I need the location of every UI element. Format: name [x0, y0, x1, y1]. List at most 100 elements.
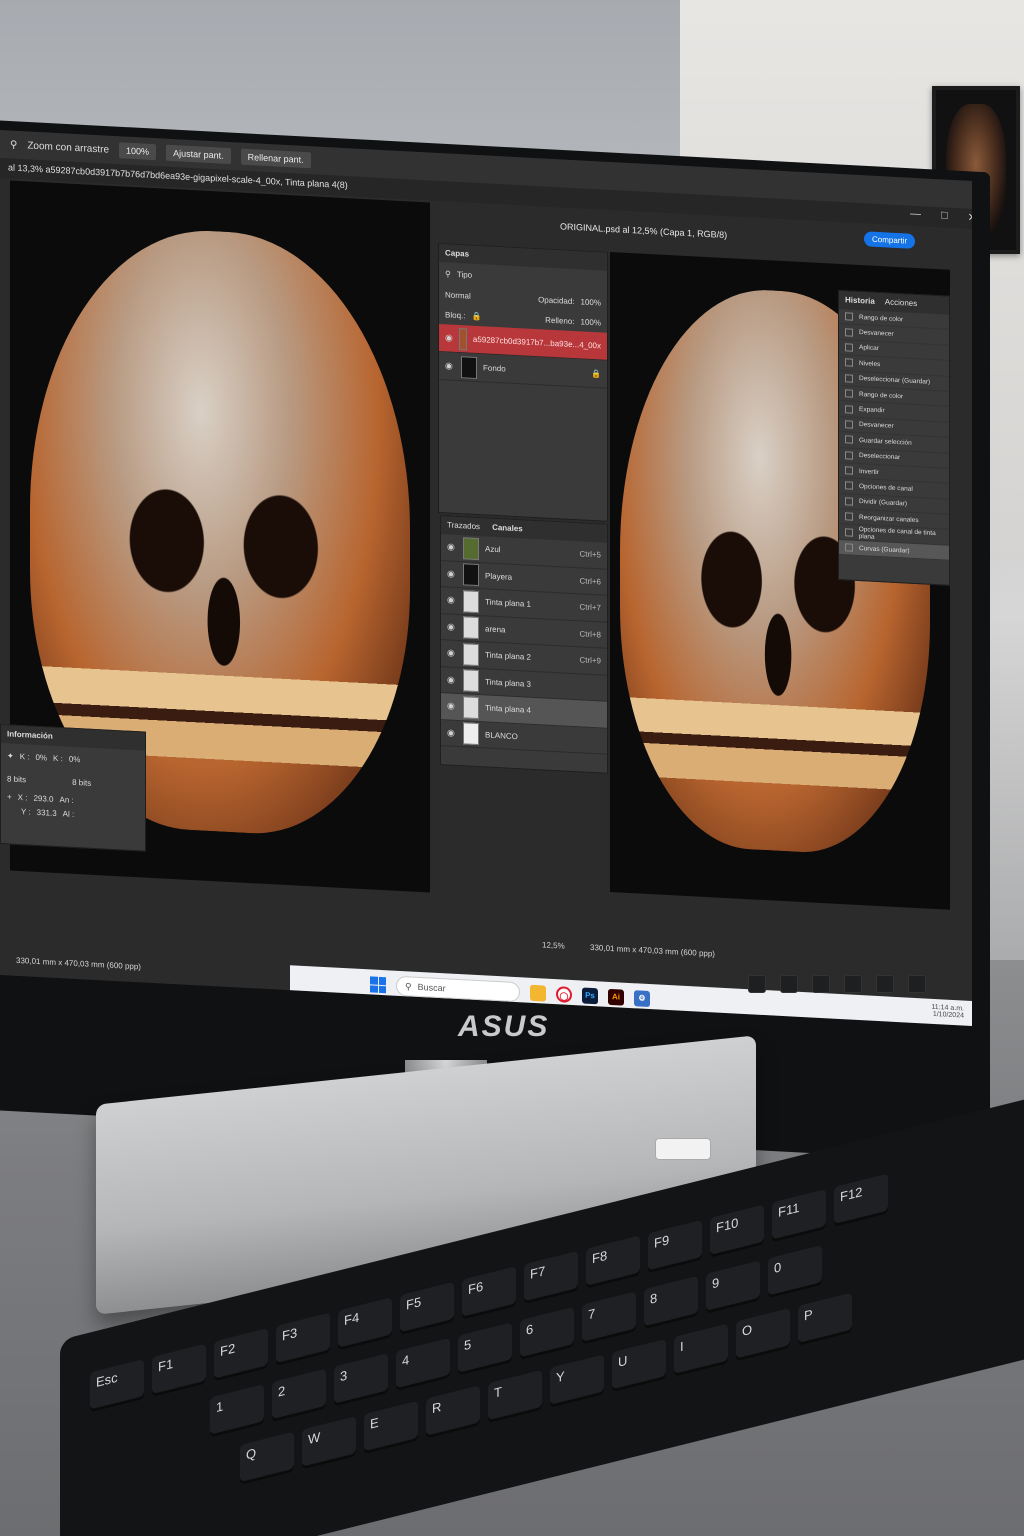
keyboard-key[interactable]: Esc — [90, 1359, 144, 1413]
monitor-screen: ⚲ Zoom con arrastre 100% Ajustar pant. R… — [0, 130, 972, 1026]
opera-icon[interactable]: ◯ — [556, 986, 572, 1003]
fill-screen-button[interactable]: Rellenar pant. — [240, 148, 311, 169]
tab-actions[interactable]: Acciones — [885, 297, 917, 309]
status-zoom[interactable]: 12,5% — [542, 940, 565, 950]
keyboard-key[interactable]: F3 — [276, 1312, 330, 1367]
photoshop-icon[interactable]: Ps — [582, 987, 598, 1005]
keyboard-key[interactable]: 3 — [334, 1353, 388, 1407]
info-al-label: Al : — [62, 808, 75, 819]
monitor-button[interactable] — [876, 975, 894, 993]
zoom-tool-icon[interactable]: ⚲ — [10, 139, 17, 150]
history-panel: Historia Acciones Rango de color Desvanec… — [838, 289, 950, 586]
keyboard-key[interactable]: U — [612, 1338, 666, 1393]
keyboard-key[interactable]: O — [736, 1307, 790, 1362]
visibility-eye-icon[interactable]: ◉ — [447, 701, 457, 713]
keyboard-key[interactable]: F1 — [152, 1343, 206, 1398]
info-k2-label: K : — [53, 753, 63, 763]
info-x-value: 293.0 — [33, 793, 54, 804]
keyboard-key[interactable]: 0 — [768, 1245, 822, 1299]
tab-history[interactable]: Historia — [845, 295, 875, 307]
keyboard-key[interactable]: 2 — [272, 1368, 326, 1423]
history-item-label: Expandir — [859, 406, 885, 415]
info-panel: Información ✦ K : 0% K : 0% 8 bits 8 bit… — [0, 724, 146, 852]
visibility-eye-icon[interactable]: ◉ — [447, 727, 457, 739]
illustrator-icon[interactable]: Ai — [608, 988, 624, 1006]
keyboard-key[interactable]: F11 — [772, 1189, 826, 1243]
channel-thumbnail — [463, 590, 479, 613]
visibility-eye-icon[interactable]: ◉ — [447, 542, 457, 554]
keyboard-key[interactable]: F4 — [338, 1297, 392, 1351]
visibility-eye-icon[interactable]: ◉ — [447, 568, 457, 580]
visibility-eye-icon[interactable]: ◉ — [447, 595, 457, 607]
monitor-button[interactable] — [844, 975, 862, 993]
keyboard-key[interactable]: 5 — [458, 1322, 512, 1376]
layer-thumbnail — [461, 355, 477, 379]
visibility-eye-icon[interactable]: ◉ — [445, 332, 453, 343]
fill-label: Relleno: — [545, 315, 575, 326]
info-y-value: 331.3 — [36, 807, 57, 818]
keyboard-key[interactable]: P — [798, 1292, 852, 1346]
visibility-eye-icon[interactable]: ◉ — [447, 674, 457, 686]
monitor-button[interactable] — [748, 975, 766, 993]
search-placeholder: Buscar — [417, 981, 446, 994]
keyboard-key[interactable]: F7 — [524, 1250, 578, 1305]
zoom-drag-option[interactable]: Zoom con arrastre — [27, 140, 109, 155]
monitor-button[interactable] — [812, 975, 830, 993]
taskbar-clock[interactable]: 11:14 a.m. 1/10/2024 — [931, 1004, 964, 1020]
tab-channels[interactable]: Canales — [492, 523, 523, 535]
keyboard-key[interactable]: 6 — [520, 1306, 574, 1361]
keyboard-key[interactable]: F8 — [586, 1235, 640, 1289]
keyboard-key[interactable]: 4 — [396, 1337, 450, 1392]
keyboard-key[interactable]: 1 — [210, 1384, 264, 1438]
maximize-icon[interactable]: □ — [941, 209, 948, 222]
keyboard-key[interactable]: R — [426, 1385, 480, 1439]
zoom-100-button[interactable]: 100% — [119, 142, 157, 161]
keyboard-key[interactable]: F9 — [648, 1219, 702, 1274]
keyboard-key[interactable]: F10 — [710, 1204, 764, 1258]
fill-field[interactable]: 100% — [581, 317, 601, 327]
keyboard-key[interactable]: E — [364, 1400, 418, 1455]
monitor-power-button[interactable] — [908, 975, 926, 993]
info-bits-1: 8 bits — [7, 773, 27, 784]
layer-name: Fondo — [483, 363, 506, 374]
visibility-eye-icon[interactable]: ◉ — [447, 621, 457, 633]
keyboard-key[interactable]: F12 — [834, 1173, 888, 1228]
keyboard-key[interactable]: F5 — [400, 1281, 454, 1336]
keyboard-key[interactable]: T — [488, 1369, 542, 1424]
fit-screen-button[interactable]: Ajustar pant. — [166, 144, 231, 165]
channels-panel: Trazados Canales ◉ Azul Ctrl+5 ◉ Playera Ctr… — [440, 515, 608, 774]
monitor-button[interactable] — [780, 975, 798, 993]
start-button-icon[interactable] — [370, 976, 386, 994]
close-icon[interactable]: ✕ — [968, 211, 972, 224]
history-list: Rango de color Desvanecer Aplicar Niveles De… — [839, 308, 949, 561]
channel-shortcut: Ctrl+9 — [579, 655, 601, 666]
keyboard-key[interactable]: F6 — [462, 1266, 516, 1320]
monitor-brand-logo: ASUS — [458, 1010, 550, 1043]
file-explorer-icon[interactable] — [530, 984, 546, 1002]
history-step-icon — [845, 312, 853, 321]
history-item-label: Niveles — [859, 359, 881, 368]
keyboard-key[interactable]: 8 — [644, 1275, 698, 1330]
blend-mode-select[interactable]: Normal — [445, 290, 471, 300]
tab-paths[interactable]: Trazados — [447, 520, 480, 532]
minimize-icon[interactable]: — — [910, 208, 921, 222]
keyboard-key[interactable]: W — [302, 1416, 356, 1470]
visibility-eye-icon[interactable]: ◉ — [445, 360, 455, 372]
history-item-label: Desvanecer — [859, 421, 894, 431]
keyboard-key[interactable]: 9 — [706, 1260, 760, 1314]
keyboard-key[interactable]: Q — [240, 1431, 294, 1486]
history-step-icon — [845, 374, 853, 383]
opacity-field[interactable]: 100% — [581, 297, 601, 307]
channel-thumbnail — [463, 616, 479, 640]
keyboard-key[interactable]: I — [674, 1323, 728, 1377]
tab-document-original[interactable]: ORIGINAL.psd al 12,5% (Capa 1, RGB/8) — [560, 221, 727, 240]
share-button[interactable]: Compartir — [864, 231, 916, 249]
layer-filter-select[interactable]: Tipo — [457, 269, 472, 279]
keyboard-key[interactable]: F2 — [214, 1328, 268, 1382]
settings-gear-icon[interactable]: ⚙ — [634, 990, 650, 1008]
keyboard-key[interactable]: 7 — [582, 1291, 636, 1345]
filter-search-icon[interactable]: ⚲ — [445, 269, 451, 278]
visibility-eye-icon[interactable]: ◉ — [447, 648, 457, 660]
keyboard-key[interactable]: Y — [550, 1354, 604, 1408]
lock-icon[interactable]: 🔒 — [471, 311, 481, 321]
